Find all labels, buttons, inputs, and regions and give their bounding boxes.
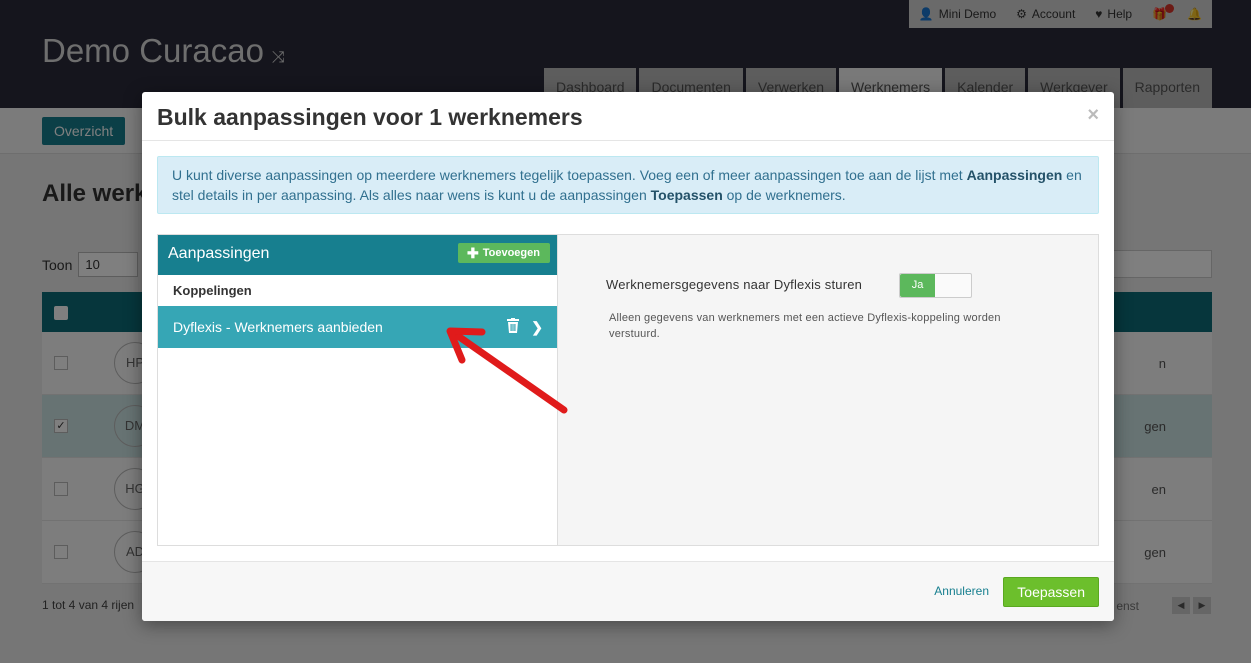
adjustment-item-label: Dyflexis - Werknemers aanbieden	[173, 319, 383, 335]
plus-icon: ✚	[467, 245, 479, 261]
setting-help-text: Alleen gegevens van werknemers met een a…	[609, 312, 1001, 340]
modal-title: Bulk aanpassingen voor 1 werknemers	[157, 104, 583, 130]
annotation-arrow-icon	[446, 327, 568, 414]
modal-footer: Annuleren Toepassen	[142, 561, 1114, 621]
adjustments-header: Aanpassingen ✚ Toevoegen	[158, 235, 557, 275]
modal-header: Bulk aanpassingen voor 1 werknemers ×	[142, 92, 1114, 141]
info-bold-aanpassingen: Aanpassingen	[966, 167, 1063, 183]
adjustments-title: Aanpassingen	[168, 245, 270, 262]
bulk-edit-modal: Bulk aanpassingen voor 1 werknemers × U …	[142, 92, 1114, 621]
toggle-on-label: Ja	[900, 274, 935, 297]
info-text-1: U kunt diverse aanpassingen op meerdere …	[172, 167, 967, 183]
setting-label: Werknemersgegevens naar Dyflexis sturen	[606, 277, 863, 292]
add-button-label: Toevoegen	[482, 247, 540, 259]
apply-button[interactable]: Toepassen	[1003, 577, 1099, 607]
info-alert: U kunt diverse aanpassingen op meerdere …	[157, 156, 1099, 214]
cancel-button[interactable]: Annuleren	[934, 584, 989, 598]
close-icon[interactable]: ×	[1087, 104, 1099, 127]
adjustment-details: Werknemersgegevens naar Dyflexis sturen …	[558, 235, 1098, 545]
info-bold-toepassen: Toepassen	[650, 187, 723, 203]
adjustments-editor: Aanpassingen ✚ Toevoegen Koppelingen Dyf…	[157, 234, 1099, 546]
send-to-dyflexis-toggle[interactable]: Ja	[899, 273, 972, 298]
group-label: Koppelingen	[173, 283, 252, 298]
add-adjustment-button[interactable]: ✚ Toevoegen	[458, 243, 550, 263]
info-text-3: op de werknemers.	[722, 187, 846, 203]
